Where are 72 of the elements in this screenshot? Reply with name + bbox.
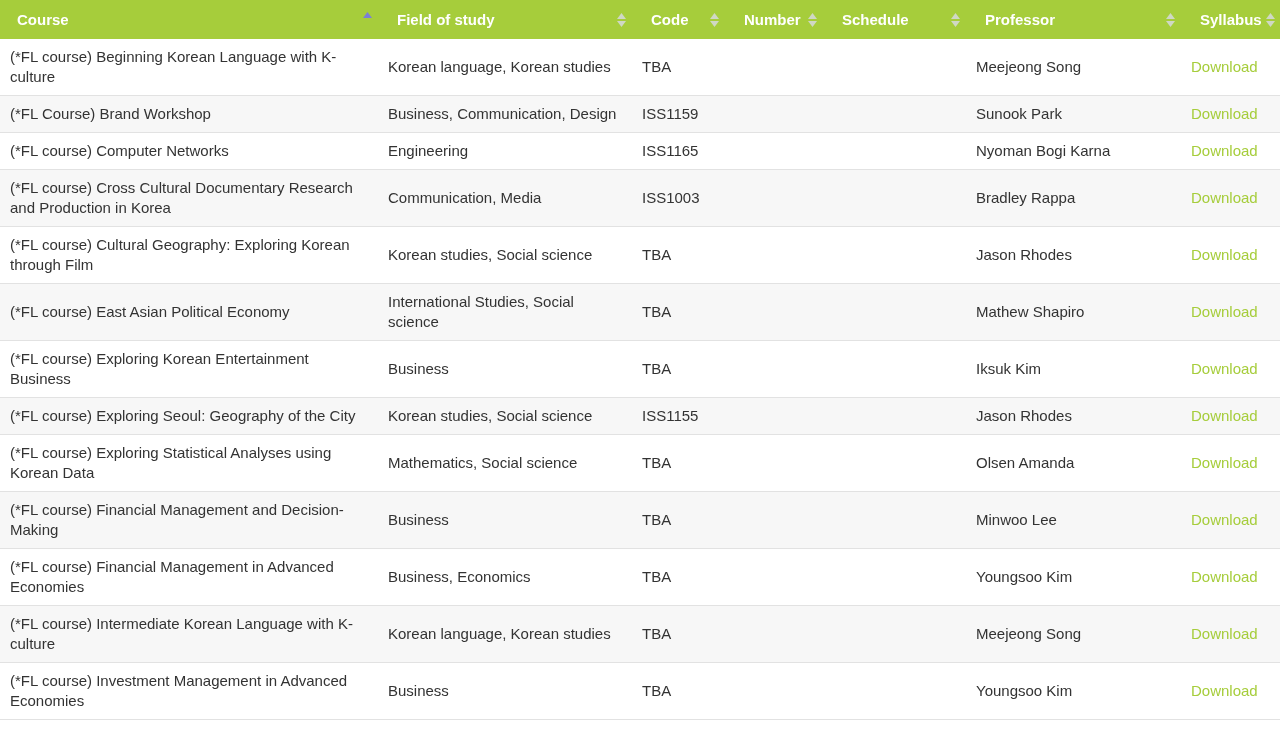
table-cell: ISS1155	[634, 397, 727, 435]
table-cell: Business	[380, 491, 634, 549]
table-cell: (*FL course) Beginning Korean Language with K-culture	[0, 39, 380, 96]
table-cell: (*FL course) Financial Management and Decision-Making	[0, 491, 380, 549]
table-cell: Korean language, Korean studies	[380, 605, 634, 663]
table-cell: (*FL course) Cross Cultural Documentary Research and Production in Korea	[0, 169, 380, 227]
download-link[interactable]: Download	[1191, 454, 1258, 471]
table-cell: TBA	[634, 340, 727, 398]
table-cell: Nyoman Bogi Karna	[968, 132, 1183, 170]
table-cell: (*FL course) East Asian Political Economy	[0, 283, 380, 341]
table-cell: Sunook Park	[968, 95, 1183, 133]
column-header[interactable]: Code	[634, 0, 727, 39]
download-link[interactable]: Download	[1191, 142, 1258, 159]
table-cell: Business	[380, 662, 634, 720]
table-cell: Meejeong Song	[968, 39, 1183, 96]
table-cell: Engineering	[380, 132, 634, 170]
download-link[interactable]: Download	[1191, 360, 1258, 377]
download-link[interactable]: Download	[1191, 625, 1258, 642]
table-cell: (*FL course) Financial Management in Advanced Economies	[0, 548, 380, 606]
table-cell: Mathew Shapiro	[968, 283, 1183, 341]
table-cell: (*FL course) Exploring Statistical Analyses using Korean Data	[0, 434, 380, 492]
download-link[interactable]: Download	[1191, 105, 1258, 122]
download-link[interactable]: Download	[1191, 511, 1258, 528]
column-header[interactable]: Syllabus	[1183, 0, 1280, 39]
table-cell: (*FL course) Computer Networks	[0, 132, 380, 170]
table-cell: TBA	[634, 605, 727, 663]
table-cell: Korean studies, Social science	[380, 397, 634, 435]
download-link[interactable]: Download	[1191, 189, 1258, 206]
table-cell: Jason Rhodes	[968, 397, 1183, 435]
table-cell: (*FL Course) Brand Workshop	[0, 95, 380, 133]
table-cell: ISS1159	[634, 95, 727, 133]
table-cell: ISS1165	[634, 132, 727, 170]
download-link[interactable]: Download	[1191, 246, 1258, 263]
column-header[interactable]: Course	[0, 0, 380, 39]
table-cell: Jason Rhodes	[968, 226, 1183, 284]
table-cell: Olsen Amanda	[968, 434, 1183, 492]
download-link[interactable]: Download	[1191, 682, 1258, 699]
table-cell: (*FL course) Intermediate Korean Language with K-culture	[0, 605, 380, 663]
table-cell: International Studies, Social science	[380, 283, 634, 341]
table-cell: Meejeong Song	[968, 605, 1183, 663]
table-cell: Business, Communication, Design	[380, 95, 634, 133]
column-header[interactable]: Number	[727, 0, 825, 39]
table-cell: Korean language, Korean studies	[380, 39, 634, 96]
table-cell: Communication, Media	[380, 169, 634, 227]
table-cell: Youngsoo Kim	[968, 662, 1183, 720]
download-link[interactable]: Download	[1191, 303, 1258, 320]
table-cell: TBA	[634, 662, 727, 720]
table-cell: ISS1003	[634, 169, 727, 227]
download-link[interactable]: Download	[1191, 58, 1258, 75]
table-cell: (*FL course) Cultural Geography: Exploring Korean through Film	[0, 226, 380, 284]
table-cell: TBA	[634, 39, 727, 96]
table-cell: Iksuk Kim	[968, 340, 1183, 398]
table-cell: TBA	[634, 491, 727, 549]
table-cell: (*FL course) Exploring Seoul: Geography of the City	[0, 397, 380, 435]
table-cell: Business, Economics	[380, 548, 634, 606]
column-header[interactable]: Field of study	[380, 0, 634, 39]
table-cell: Bradley Rappa	[968, 169, 1183, 227]
table-cell: Mathematics, Social science	[380, 434, 634, 492]
table-cell: Korean studies, Social science	[380, 226, 634, 284]
table-cell: Minwoo Lee	[968, 491, 1183, 549]
table-cell: (*FL course) Exploring Korean Entertainment Business	[0, 340, 380, 398]
table-cell: TBA	[634, 434, 727, 492]
table-cell: TBA	[634, 226, 727, 284]
column-header[interactable]: Professor	[968, 0, 1183, 39]
table-cell: Youngsoo Kim	[968, 548, 1183, 606]
table-cell: (*FL course) Investment Management in Advanced Economies	[0, 662, 380, 720]
download-link[interactable]: Download	[1191, 568, 1258, 585]
table-cell: TBA	[634, 548, 727, 606]
download-link[interactable]: Download	[1191, 407, 1258, 424]
table-cell: Business	[380, 340, 634, 398]
column-header[interactable]: Schedule	[825, 0, 968, 39]
table-cell: TBA	[634, 283, 727, 341]
